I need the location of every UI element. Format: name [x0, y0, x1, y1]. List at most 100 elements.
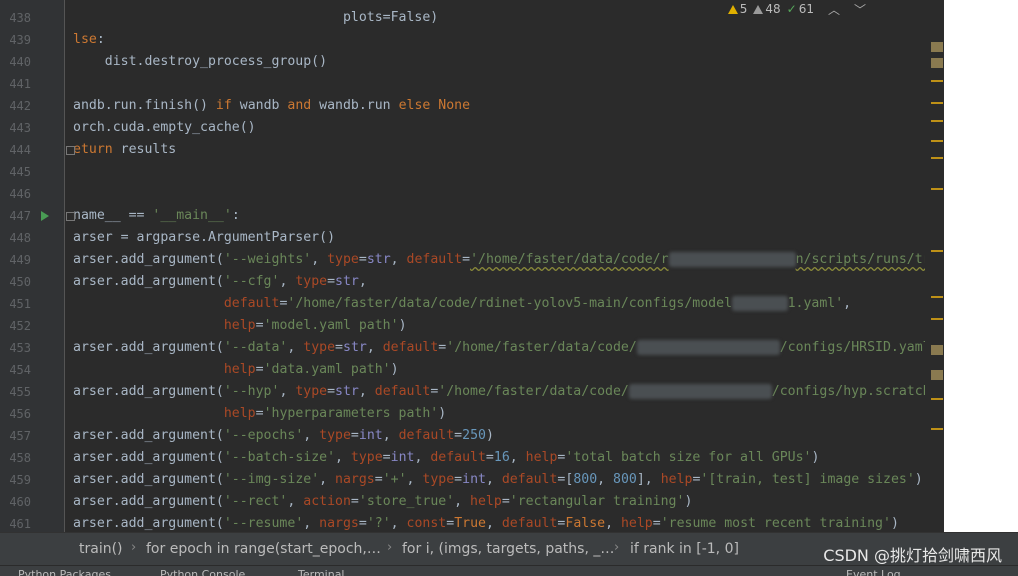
next-highlight-icon[interactable]: ﹀: [854, 1, 866, 18]
code-token: ): [485, 428, 494, 443]
line-number[interactable]: 454: [0, 359, 31, 381]
code-token: =: [358, 516, 367, 531]
code-line[interactable]: arser.add_argument('--weights', type=str…: [73, 249, 939, 271]
code-line[interactable]: eturn results: [73, 139, 176, 161]
code-token: ): [914, 472, 923, 487]
stripe-mark[interactable]: [931, 140, 943, 142]
stripe-mark[interactable]: [931, 58, 943, 68]
code-line[interactable]: help='model.yaml path'): [73, 315, 407, 337]
code-token: arser.add_argument(: [73, 516, 224, 531]
code-line[interactable]: arser = argparse.ArgumentParser(): [73, 227, 335, 249]
inspection-widget[interactable]: 5 48 ✓ 61 ︿ ﹀: [727, 0, 866, 18]
line-number[interactable]: 448: [0, 227, 31, 249]
code-line[interactable]: arser.add_argument('--hyp', type=str, de…: [73, 381, 939, 403]
code-token: =: [382, 450, 391, 465]
breadcrumb-item[interactable]: if rank in [-1, 0]: [630, 541, 739, 557]
stripe-mark[interactable]: [931, 120, 943, 122]
code-line[interactable]: arser.add_argument('--epochs', type=int,…: [73, 425, 494, 447]
run-main-icon[interactable]: [41, 211, 49, 221]
code-token: ,: [390, 516, 407, 531]
line-number[interactable]: 438: [0, 7, 31, 29]
code-token: str: [335, 274, 359, 289]
line-number[interactable]: 442: [0, 95, 31, 117]
code-token: 'model.yaml path': [263, 318, 399, 333]
code-line[interactable]: lse:: [73, 29, 105, 51]
line-number[interactable]: 444: [0, 139, 31, 161]
line-number[interactable]: 453: [0, 337, 31, 359]
code-line[interactable]: arser.add_argument('--rect', action='sto…: [73, 491, 692, 513]
stripe-mark[interactable]: [931, 398, 943, 400]
line-number[interactable]: 452: [0, 315, 31, 337]
stripe-mark[interactable]: [931, 250, 943, 252]
stripe-mark[interactable]: [931, 157, 943, 159]
code-line[interactable]: andb.run.finish() if wandb and wandb.run…: [73, 95, 470, 117]
line-number[interactable]: 445: [0, 161, 31, 183]
code-token: rdinet-yolov5-main: [636, 340, 780, 355]
line-number[interactable]: 457: [0, 425, 31, 447]
code-token: :: [96, 32, 105, 47]
warnings-indicator[interactable]: 5: [727, 2, 747, 16]
code-line[interactable]: dist.destroy_process_group(): [73, 51, 327, 73]
code-line[interactable]: default='/home/faster/data/code/rdinet-y…: [73, 293, 851, 315]
code-token: ,: [303, 428, 320, 443]
code-token: /configs/HRSID.yaml': [779, 340, 939, 355]
line-number[interactable]: 460: [0, 491, 31, 513]
line-number[interactable]: 451: [0, 293, 31, 315]
code-line[interactable]: plots=False): [73, 7, 438, 29]
code-token: arser.add_argument(: [73, 252, 224, 267]
line-number[interactable]: 450: [0, 271, 31, 293]
error-stripe[interactable]: [925, 0, 944, 532]
line-number[interactable]: 449: [0, 249, 31, 271]
line-number[interactable]: 461: [0, 513, 31, 532]
code-token: :: [231, 208, 240, 223]
stripe-mark[interactable]: [931, 318, 943, 320]
line-number[interactable]: 459: [0, 469, 31, 491]
code-line[interactable]: help='data.yaml path'): [73, 359, 399, 381]
breadcrumb-item[interactable]: for epoch in range(start_epoch,…: [146, 541, 381, 557]
stripe-mark[interactable]: [931, 428, 943, 430]
weak-warnings-indicator[interactable]: 48: [753, 2, 781, 16]
line-number[interactable]: 439: [0, 29, 31, 51]
code-token: dist.destroy_process_group(): [73, 54, 328, 69]
line-number[interactable]: 458: [0, 447, 31, 469]
code-line[interactable]: arser.add_argument('--resume', nargs='?'…: [73, 513, 899, 532]
line-number[interactable]: 447: [0, 205, 31, 227]
fold-marker-icon[interactable]: [66, 212, 75, 221]
previous-highlight-icon[interactable]: ︿: [828, 1, 840, 18]
line-number[interactable]: 455: [0, 381, 31, 403]
fold-marker-icon[interactable]: [66, 146, 75, 155]
stripe-mark[interactable]: [931, 296, 943, 298]
code-line[interactable]: orch.cuda.empty_cache(): [73, 117, 256, 139]
code-token: results: [112, 142, 177, 157]
line-number[interactable]: 443: [0, 117, 31, 139]
code-token: '--data': [223, 340, 288, 355]
code-token: ,: [358, 384, 375, 399]
breadcrumb-separator-icon: ›: [131, 540, 137, 555]
code-line[interactable]: help='hyperparameters path'): [73, 403, 446, 425]
code-line[interactable]: name__ == '__main__':: [73, 205, 240, 227]
breadcrumb-item[interactable]: for i, (imgs, targets, paths, _…: [402, 541, 614, 557]
code-line[interactable]: arser.add_argument('--batch-size', type=…: [73, 447, 819, 469]
stripe-mark[interactable]: [931, 102, 943, 104]
code-token: '--rect': [223, 494, 288, 509]
code-editor[interactable]: 438 plots=False) 439 lse: 440 dist.destroy_…: [0, 0, 944, 532]
code-line[interactable]: arser.add_argument('--data', type=str, d…: [73, 337, 939, 359]
code-token: 1.yaml': [787, 296, 844, 311]
typos-indicator[interactable]: ✓ 61: [787, 2, 814, 16]
line-number[interactable]: 456: [0, 403, 31, 425]
gutter-divider: [64, 0, 65, 532]
line-number[interactable]: 440: [0, 51, 31, 73]
code-line[interactable]: arser.add_argument('--img-size', nargs='…: [73, 469, 923, 491]
breadcrumb-item[interactable]: train(): [79, 541, 123, 557]
stripe-mark[interactable]: [931, 345, 943, 355]
stripe-mark[interactable]: [931, 370, 943, 380]
code-line[interactable]: arser.add_argument('--cfg', type=str,: [73, 271, 367, 293]
stripe-mark[interactable]: [931, 188, 943, 190]
code-token: default: [382, 340, 439, 355]
code-token: =: [462, 252, 471, 267]
stripe-mark[interactable]: [931, 80, 943, 82]
line-number[interactable]: 446: [0, 183, 31, 205]
stripe-mark[interactable]: [931, 42, 943, 52]
line-number[interactable]: 441: [0, 73, 31, 95]
